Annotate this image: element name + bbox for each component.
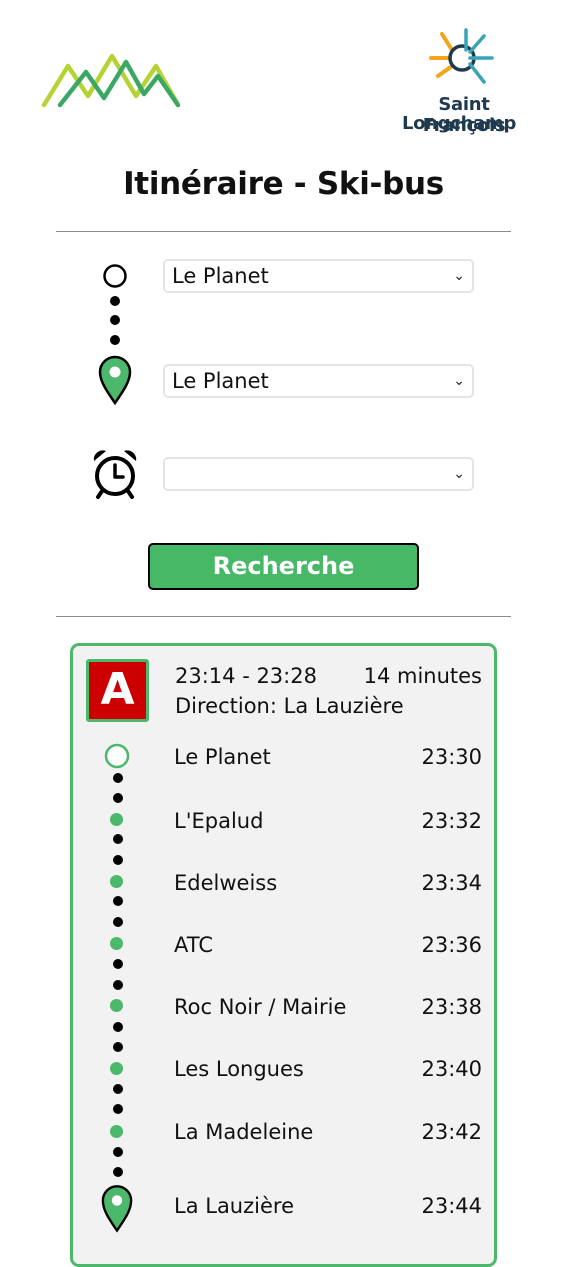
- stop-time: 23:34: [421, 871, 482, 895]
- stop-name: Edelweiss: [174, 871, 278, 895]
- stop-dot: [110, 813, 123, 826]
- stop-time: 23:30: [421, 745, 482, 769]
- route-dot: [113, 1147, 123, 1157]
- stop-time: 23:44: [421, 1194, 482, 1218]
- route-dot: [113, 959, 123, 969]
- destination-select-value: Le Planet: [172, 369, 269, 393]
- stop-name: Le Planet: [174, 745, 271, 769]
- brand-name-line2: Longchamp: [401, 113, 517, 134]
- stop-name: La Lauzière: [174, 1194, 294, 1218]
- stop-name: Roc Noir / Mairie: [174, 995, 347, 1019]
- stop-time: 23:40: [421, 1057, 482, 1081]
- chevron-down-icon: ⌄: [453, 466, 465, 482]
- route-dot: [113, 834, 123, 844]
- chevron-down-icon: ⌄: [453, 268, 465, 284]
- chevron-down-icon: ⌄: [453, 373, 465, 389]
- origin-select[interactable]: Le Planet ⌄: [163, 259, 474, 293]
- stop-time: 23:36: [421, 933, 482, 957]
- origin-circle-icon: [103, 264, 127, 293]
- route-dot: [110, 315, 120, 325]
- stop-dot: [110, 937, 123, 950]
- mountains-logo: [40, 50, 181, 115]
- route-dot: [113, 917, 123, 927]
- route-dot: [113, 793, 123, 803]
- trip-time-range: 23:14 - 23:28: [175, 664, 317, 688]
- stop-dot: [110, 875, 123, 888]
- route-dot: [110, 296, 120, 306]
- stop-time: 23:42: [421, 1120, 482, 1144]
- end-stop-pin-icon: [101, 1183, 133, 1238]
- stop-name: L'Epalud: [174, 809, 264, 833]
- route-dot: [113, 1042, 123, 1052]
- route-dot: [113, 1167, 123, 1177]
- route-dot: [113, 896, 123, 906]
- time-select[interactable]: ⌄: [163, 457, 474, 491]
- page-title: Itinéraire - Ski-bus: [123, 166, 444, 202]
- stop-time: 23:32: [421, 809, 482, 833]
- stop-name: ATC: [174, 933, 213, 957]
- divider: [56, 616, 511, 617]
- stop-time: 23:38: [421, 995, 482, 1019]
- origin-select-value: Le Planet: [172, 264, 269, 288]
- alarm-clock-icon: [91, 448, 139, 505]
- route-dot: [113, 773, 123, 783]
- route-dot: [113, 1084, 123, 1094]
- trip-duration: 14 minutes: [363, 664, 482, 688]
- stop-dot: [110, 1062, 123, 1075]
- route-dot: [113, 855, 123, 865]
- route-dot: [113, 1022, 123, 1032]
- trip-direction: Direction: La Lauzière: [175, 694, 404, 718]
- route-dot: [113, 1104, 123, 1114]
- destination-pin-icon: [98, 355, 132, 410]
- destination-select[interactable]: Le Planet ⌄: [163, 364, 474, 398]
- stop-name: Les Longues: [174, 1057, 304, 1081]
- line-badge: A: [86, 659, 149, 722]
- route-dot: [110, 335, 120, 345]
- route-dot: [113, 980, 123, 990]
- stop-dot: [110, 1125, 123, 1138]
- start-stop-icon: [104, 743, 130, 774]
- stop-dot: [110, 999, 123, 1012]
- search-button[interactable]: Recherche: [148, 543, 419, 590]
- stop-name: La Madeleine: [174, 1120, 314, 1144]
- divider: [56, 231, 511, 232]
